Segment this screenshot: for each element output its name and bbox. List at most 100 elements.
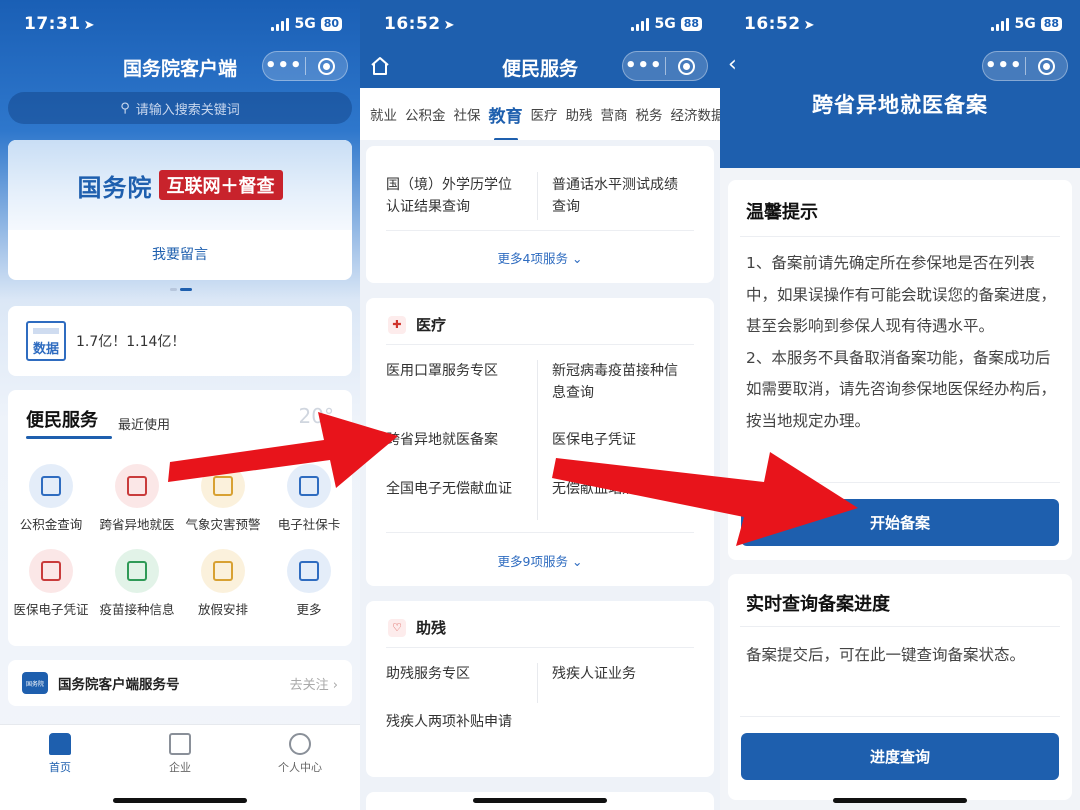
service-shortcut[interactable]: 电子社保卡 (266, 464, 352, 533)
status-bar: 16:52 ➤ 5G 88 (360, 0, 720, 50)
services-title[interactable]: 便民服务 (26, 406, 98, 432)
service-item[interactable]: 新冠病毒疫苗接种信息查询 (552, 360, 684, 404)
category-tab[interactable]: 营商 (597, 104, 632, 124)
service-shortcut-label: 更多 (296, 602, 322, 617)
medical-record-icon (115, 464, 159, 508)
service-item[interactable]: 无偿献血站点 (552, 478, 684, 500)
account-name: 国务院客户端服务号 (58, 677, 180, 693)
home-indicator (473, 798, 607, 803)
status-bar: 17:31 ➤ 5G 80 (0, 0, 360, 50)
more-icon[interactable]: ••• (263, 52, 305, 80)
signal-icon (631, 17, 650, 31)
leave-message-link[interactable]: 我要留言 (8, 244, 352, 264)
close-miniprogram-icon[interactable] (306, 57, 348, 75)
status-time: 16:52 ➤ (744, 14, 816, 34)
calendar-icon (201, 549, 245, 593)
service-item[interactable]: 医保电子凭证 (552, 429, 684, 451)
service-item[interactable]: 残疾人两项补贴申请 (386, 711, 518, 733)
more-services-link[interactable]: 更多4项服务 ⌄ (366, 248, 714, 267)
service-shortcut[interactable]: 跨省异地就医 (94, 464, 180, 533)
service-item[interactable]: 助残服务专区 (386, 663, 518, 685)
tab-home[interactable]: 首页 (0, 725, 120, 810)
start-filing-button[interactable]: 开始备案 (741, 499, 1059, 546)
heart-icon: ♡ (388, 618, 406, 637)
screen-services: 16:52 ➤ 5G 88 便民服务 ••• 就业 公积金 社保 教育 医疗 助残 营商 税务经… (360, 0, 720, 810)
category-tab[interactable]: 公积金 (401, 104, 450, 124)
service-shortcut-label: 气象灾害预警 (185, 517, 261, 532)
category-tab[interactable]: 就业 (366, 104, 401, 124)
service-shortcut-label: 医保电子凭证 (13, 602, 89, 617)
signal-icon (271, 17, 290, 31)
disability-card: ♡ 助残 助残服务专区 残疾人证业务 残疾人两项补贴申请 (366, 601, 714, 777)
service-item-cross-province-medical[interactable]: 跨省异地就医备案 (386, 429, 518, 451)
user-icon (289, 733, 311, 755)
search-icon: ⚲ (120, 100, 130, 116)
signal-icon (991, 17, 1010, 31)
services-card: 便民服务 最近使用 20° 公积金查询 跨省异地就医 气象灾害预警 电子社保卡 医保电子… (8, 390, 352, 646)
service-shortcut[interactable]: 疫苗接种信息 (94, 549, 180, 618)
follow-bar[interactable]: 国务院 国务院客户端服务号 去关注 › (8, 660, 352, 706)
page-title: 跨省异地就医备案 (812, 93, 988, 117)
banner[interactable]: 国务院 互联网＋督查 我要留言 (8, 140, 352, 280)
category-tab[interactable]: 教育 (485, 102, 527, 140)
medical-title: 医疗 (416, 316, 447, 334)
service-shortcut[interactable]: 气象灾害预警 (180, 464, 266, 533)
service-item[interactable]: 残疾人证业务 (552, 663, 684, 685)
category-tab[interactable]: 助残 (562, 104, 597, 124)
category-tab[interactable]: 经济数据 (667, 104, 721, 124)
banner-brand: 国务院 (77, 173, 153, 202)
category-tabs: 就业 公积金 社保 教育 医疗 助残 营商 税务 经济数据 (360, 88, 720, 140)
home-indicator (113, 798, 247, 803)
fund-icon (29, 464, 73, 508)
tab-profile[interactable]: 个人中心 (240, 725, 360, 810)
banner-pager (170, 288, 192, 291)
location-icon: ➤ (803, 18, 816, 33)
battery-icon: 88 (1040, 17, 1062, 31)
service-item[interactable]: 全国电子无偿献血证 (386, 478, 518, 500)
category-tab[interactable]: 社保 (450, 104, 485, 124)
service-shortcut-label: 跨省异地就医 (99, 517, 175, 532)
back-icon[interactable]: ‹ (728, 52, 737, 77)
location-icon: ➤ (443, 18, 456, 33)
home-indicator (833, 798, 967, 803)
tip-paragraph: 2、本服务不具备取消备案功能，备案成功后如需要取消，请先咨询参保地医保经办构后，… (746, 348, 1057, 430)
follow-link[interactable]: 去关注 › (290, 674, 338, 693)
network-label: 5G (654, 16, 676, 32)
service-shortcut-label: 疫苗接种信息 (99, 602, 175, 617)
location-icon: ➤ (83, 18, 96, 33)
miniprogram-capsule: ••• (982, 51, 1068, 81)
service-item[interactable]: 普通话水平测试成绩查询 (552, 174, 684, 218)
banner-tag: 互联网＋督查 (158, 170, 283, 200)
tip-card: 温馨提示 1、备案前请先确定所在参保地是否在列表中，如果误操作有可能会耽误您的备… (728, 180, 1072, 560)
medical-card: ✚ 医疗 医用口罩服务专区 新冠病毒疫苗接种信息查询 跨省异地就医备案 医保电子凭… (366, 298, 714, 586)
service-shortcut[interactable]: 更多 (266, 549, 352, 618)
service-item[interactable]: 国（境）外学历学位认证结果查询 (386, 174, 518, 218)
medical-insurance-icon (29, 549, 73, 593)
service-shortcut[interactable]: 公积金查询 (8, 464, 94, 533)
close-miniprogram-icon[interactable] (666, 57, 708, 75)
disability-title: 助残 (416, 619, 447, 637)
search-input[interactable]: ⚲ 请输入搜索关键词 (8, 92, 352, 124)
service-shortcut[interactable]: 医保电子凭证 (8, 549, 94, 618)
service-shortcut-label: 电子社保卡 (277, 517, 341, 532)
service-shortcut[interactable]: 放假安排 (180, 549, 266, 618)
close-miniprogram-icon[interactable] (1026, 57, 1068, 75)
building-icon (169, 733, 191, 755)
category-tab[interactable]: 医疗 (527, 104, 562, 124)
more-services-link[interactable]: 更多9项服务 ⌄ (366, 551, 714, 570)
network-label: 5G (294, 16, 316, 32)
more-icon[interactable]: ••• (983, 52, 1025, 80)
recent-tab[interactable]: 最近使用 (118, 414, 170, 433)
screen-filing: 16:52 ➤ 5G 88 ‹ ••• 跨省异地就医备案 温馨提示 1、备案前请先… (720, 0, 1080, 810)
data-card[interactable]: 数据 1.7亿！1.14亿！ (8, 306, 352, 376)
query-title: 实时查询备案进度 (746, 594, 890, 615)
service-item[interactable]: 医用口罩服务专区 (386, 360, 518, 382)
query-body: 备案提交后，可在此一键查询备案状态。 (746, 646, 1026, 664)
miniprogram-capsule: ••• (262, 51, 348, 81)
tip-paragraph: 1、备案前请先确定所在参保地是否在列表中，如果误操作有可能会耽误您的备案进度，甚… (746, 254, 1057, 335)
more-icon[interactable]: ••• (623, 52, 665, 80)
weather-alert-icon (201, 464, 245, 508)
category-tab[interactable]: 税务 (632, 104, 667, 124)
status-bar: 16:52 ➤ 5G 88 (720, 0, 1080, 50)
progress-query-button[interactable]: 进度查询 (741, 733, 1059, 780)
